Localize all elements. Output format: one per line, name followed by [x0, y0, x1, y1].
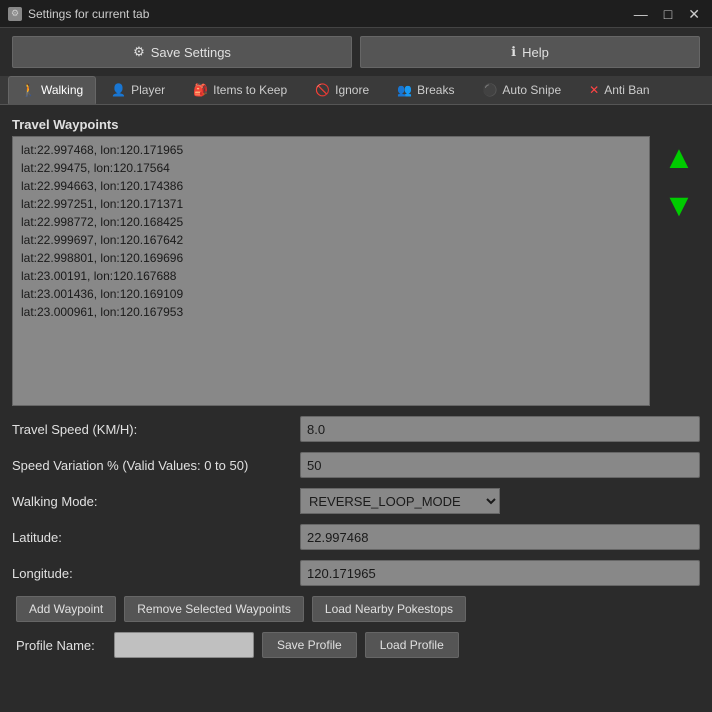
move-up-button[interactable]: ▲: [658, 136, 700, 178]
speed-variation-row: Speed Variation % (Valid Values: 0 to 50…: [12, 452, 700, 478]
tab-breaks-icon: 👥: [397, 83, 412, 97]
list-item[interactable]: lat:22.99475, lon:120.17564: [17, 159, 645, 177]
tab-ignore-label: Ignore: [335, 83, 369, 97]
travel-waypoints-title: Travel Waypoints: [12, 117, 700, 132]
title-bar: ⚙ Settings for current tab — □ ✕: [0, 0, 712, 28]
tab-walking-icon: 🚶: [21, 83, 36, 97]
tab-ignore-icon: 🚫: [315, 83, 330, 97]
tab-anti-ban-icon: ✕: [589, 83, 599, 97]
tab-auto-snipe-label: Auto Snipe: [502, 83, 561, 97]
profile-name-label: Profile Name:: [16, 638, 106, 653]
tab-breaks-label: Breaks: [417, 83, 454, 97]
top-buttons: ⚙ Save Settings ℹ Help: [0, 28, 712, 76]
speed-variation-input[interactable]: [300, 452, 700, 478]
maximize-button[interactable]: □: [660, 7, 676, 21]
title-bar-controls: — □ ✕: [630, 7, 704, 21]
tab-anti-ban-label: Anti Ban: [604, 83, 649, 97]
tab-walking-label: Walking: [41, 83, 83, 97]
longitude-input[interactable]: [300, 560, 700, 586]
profile-name-input[interactable]: [114, 632, 254, 658]
longitude-label: Longitude:: [12, 566, 292, 581]
tab-walking[interactable]: 🚶 Walking: [8, 76, 96, 104]
list-item[interactable]: lat:22.999697, lon:120.167642: [17, 231, 645, 249]
tab-auto-snipe-icon: ⚫: [482, 83, 497, 97]
tab-player-label: Player: [131, 83, 165, 97]
tab-breaks[interactable]: 👥 Breaks: [384, 76, 467, 104]
tabs: 🚶 Walking 👤 Player 🎒 Items to Keep 🚫 Ign…: [0, 76, 712, 105]
arrow-up-icon: ▲: [663, 139, 695, 176]
arrow-down-icon: ▼: [663, 187, 695, 224]
waypoints-row: lat:22.997468, lon:120.171965lat:22.9947…: [12, 136, 700, 406]
title-bar-left: ⚙ Settings for current tab: [8, 7, 149, 21]
save-settings-label: Save Settings: [151, 45, 231, 60]
tab-items-to-keep-icon: 🎒: [193, 83, 208, 97]
save-profile-button[interactable]: Save Profile: [262, 632, 357, 658]
latitude-label: Latitude:: [12, 530, 292, 545]
save-settings-icon: ⚙: [133, 44, 145, 60]
speed-variation-label: Speed Variation % (Valid Values: 0 to 50…: [12, 458, 292, 473]
app-icon: ⚙: [8, 7, 22, 21]
tab-items-to-keep-label: Items to Keep: [213, 83, 287, 97]
tab-ignore[interactable]: 🚫 Ignore: [302, 76, 382, 104]
travel-speed-row: Travel Speed (KM/H):: [12, 416, 700, 442]
minimize-button[interactable]: —: [630, 7, 652, 21]
list-item[interactable]: lat:22.997251, lon:120.171371: [17, 195, 645, 213]
load-nearby-button[interactable]: Load Nearby Pokestops: [312, 596, 466, 622]
tab-items-to-keep[interactable]: 🎒 Items to Keep: [180, 76, 300, 104]
help-icon: ℹ: [511, 44, 516, 60]
add-waypoint-button[interactable]: Add Waypoint: [16, 596, 116, 622]
save-settings-button[interactable]: ⚙ Save Settings: [12, 36, 352, 68]
longitude-row: Longitude:: [12, 560, 700, 586]
list-item[interactable]: lat:22.997468, lon:120.171965: [17, 141, 645, 159]
waypoints-list[interactable]: lat:22.997468, lon:120.171965lat:22.9947…: [12, 136, 650, 406]
list-item[interactable]: lat:23.000961, lon:120.167953: [17, 303, 645, 321]
close-button[interactable]: ✕: [684, 7, 704, 21]
list-item[interactable]: lat:22.998772, lon:120.168425: [17, 213, 645, 231]
waypoints-controls: ▲ ▼: [658, 136, 700, 226]
help-label: Help: [522, 45, 549, 60]
travel-speed-label: Travel Speed (KM/H):: [12, 422, 292, 437]
tab-player-icon: 👤: [111, 83, 126, 97]
load-profile-button[interactable]: Load Profile: [365, 632, 459, 658]
list-item[interactable]: lat:23.001436, lon:120.169109: [17, 285, 645, 303]
move-down-button[interactable]: ▼: [658, 184, 700, 226]
action-buttons: Add Waypoint Remove Selected Waypoints L…: [12, 596, 700, 622]
walking-mode-row: Walking Mode: REVERSE_LOOP_MODELOOP_MODE…: [12, 488, 700, 514]
walking-mode-select[interactable]: REVERSE_LOOP_MODELOOP_MODERANDOM_MODE: [300, 488, 500, 514]
help-button[interactable]: ℹ Help: [360, 36, 700, 68]
travel-speed-input[interactable]: [300, 416, 700, 442]
remove-selected-button[interactable]: Remove Selected Waypoints: [124, 596, 304, 622]
walking-mode-label: Walking Mode:: [12, 494, 292, 509]
title-bar-title: Settings for current tab: [28, 7, 149, 21]
tab-anti-ban[interactable]: ✕ Anti Ban: [576, 76, 662, 104]
profile-row: Profile Name: Save Profile Load Profile: [12, 632, 700, 658]
list-item[interactable]: lat:23.00191, lon:120.167688: [17, 267, 645, 285]
list-item[interactable]: lat:22.994663, lon:120.174386: [17, 177, 645, 195]
tab-player[interactable]: 👤 Player: [98, 76, 178, 104]
content: Travel Waypoints lat:22.997468, lon:120.…: [0, 105, 712, 670]
tab-auto-snipe[interactable]: ⚫ Auto Snipe: [469, 76, 574, 104]
latitude-input[interactable]: [300, 524, 700, 550]
list-item[interactable]: lat:22.998801, lon:120.169696: [17, 249, 645, 267]
latitude-row: Latitude:: [12, 524, 700, 550]
travel-waypoints-section: Travel Waypoints lat:22.997468, lon:120.…: [12, 117, 700, 406]
